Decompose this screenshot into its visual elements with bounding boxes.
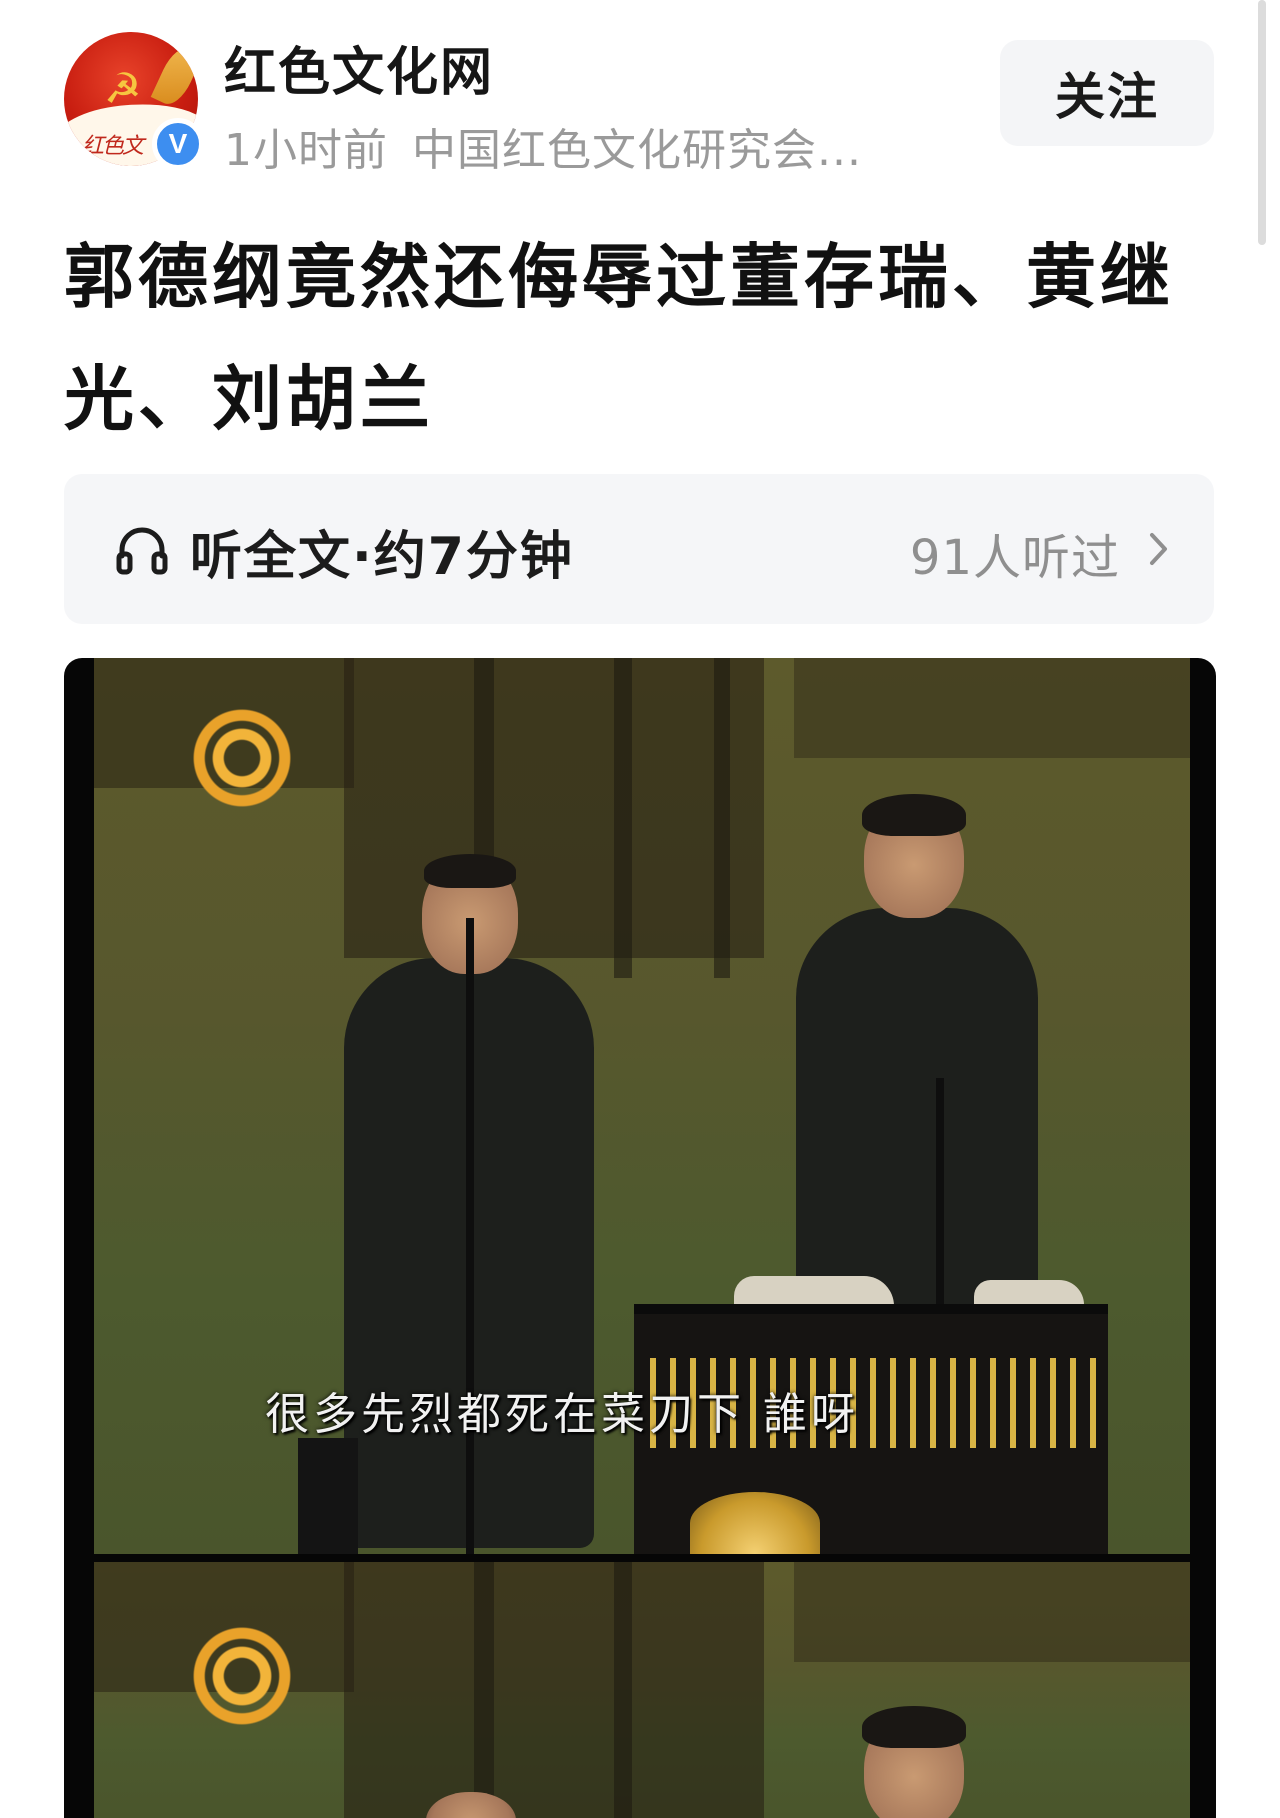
headphone-icon xyxy=(116,527,168,575)
stage-backdrop xyxy=(794,658,1190,758)
article-title: 郭德纲竟然还侮辱过董存瑞、黄继光、刘胡兰 xyxy=(64,236,1174,440)
phoenix-logo-icon xyxy=(186,1620,298,1732)
table-emblem xyxy=(690,1492,820,1554)
listen-count: 91人听过 xyxy=(909,530,1120,586)
chevron-right-icon xyxy=(1150,533,1167,565)
stage-pillar xyxy=(474,1562,494,1818)
scrollbar[interactable] xyxy=(1258,0,1266,245)
video-frame xyxy=(94,1562,1190,1818)
stage-pillar xyxy=(614,1562,632,1818)
speaker-box xyxy=(298,1438,358,1554)
post-source: 中国红色文化研究会... xyxy=(412,125,862,176)
video-subtitle: 很多先烈都死在菜刀下 誰呀 xyxy=(265,1389,859,1440)
post-time: 1小时前 xyxy=(224,125,388,176)
avatar-flag-icon xyxy=(150,42,198,110)
microphone-stand xyxy=(466,918,474,1554)
stage-backdrop xyxy=(344,1562,764,1818)
performer-left-hair xyxy=(424,854,516,888)
hammer-sickle-icon: ☭ xyxy=(104,64,142,113)
article-header: ☭ 红色文 V 红色文化网 1小时前 中国红色文化研究会... 关注 xyxy=(64,28,1214,178)
article-image[interactable]: 很多先烈都死在菜刀下 誰呀 xyxy=(64,658,1216,1818)
listen-label: 听全文·约7分钟 xyxy=(190,527,574,587)
stage-backdrop xyxy=(794,1562,1190,1662)
avatar-script: 红色文 xyxy=(82,134,144,159)
stage-pillar xyxy=(714,658,730,978)
phoenix-logo-icon xyxy=(186,702,298,814)
follow-button[interactable]: 关注 xyxy=(1000,40,1214,146)
post-meta: 1小时前 中国红色文化研究会... xyxy=(224,114,862,178)
verified-icon: V xyxy=(152,118,204,170)
stage-backdrop xyxy=(344,658,764,958)
stage-pillar xyxy=(614,658,632,978)
video-frame: 很多先烈都死在菜刀下 誰呀 xyxy=(94,658,1190,1554)
performer-right-hair xyxy=(862,794,966,836)
performer-right-hair xyxy=(862,1706,966,1748)
listen-full-text-bar[interactable]: 听全文·约7分钟 91人听过 xyxy=(64,474,1214,624)
author-name[interactable]: 红色文化网 xyxy=(224,30,494,105)
